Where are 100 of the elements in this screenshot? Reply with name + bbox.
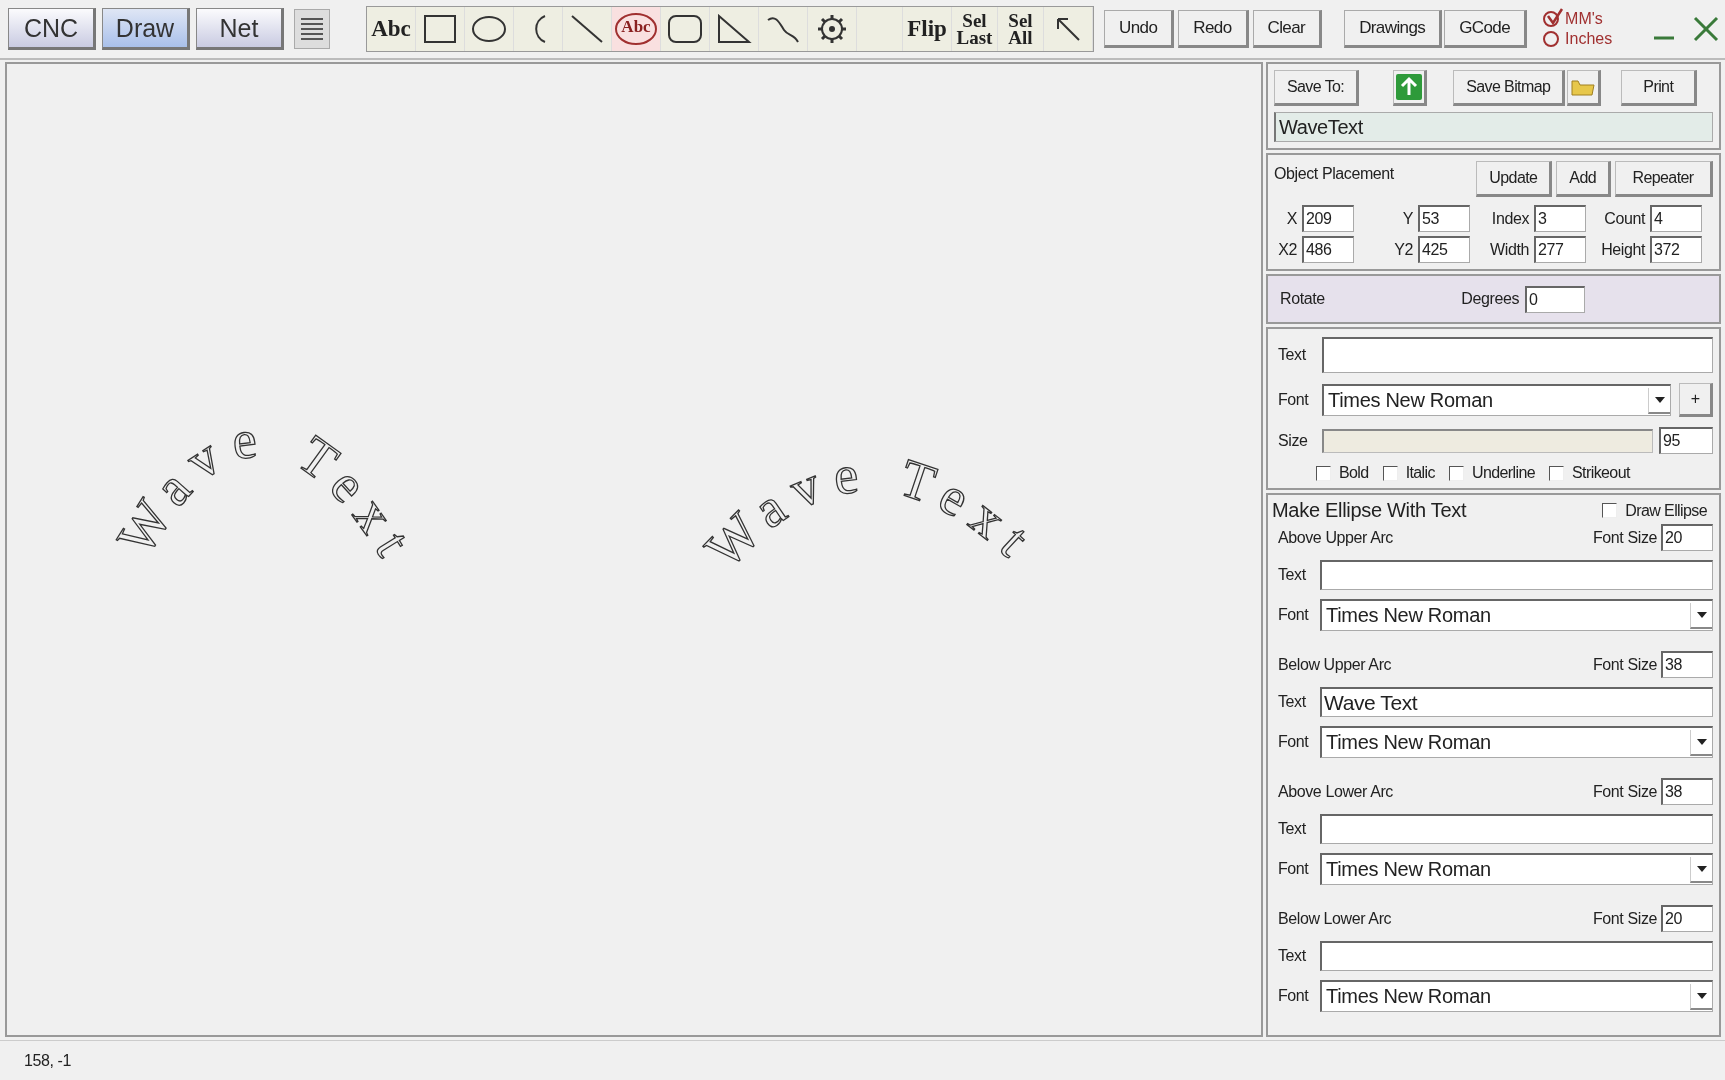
section-title: Object Placement (1274, 165, 1394, 183)
dropdown-arrow-icon (1695, 864, 1708, 873)
mode-tab[interactable]: Draw (102, 8, 190, 50)
close-button[interactable] (1693, 16, 1719, 42)
field-label: Font (1278, 987, 1310, 1005)
toolbar-button[interactable]: Undo (1104, 10, 1175, 48)
checkbox[interactable]: Draw Ellipse (1602, 501, 1707, 520)
text-field[interactable] (1320, 560, 1713, 590)
menu-button[interactable] (294, 9, 330, 49)
triangle-icon (716, 14, 752, 44)
checkbox[interactable]: Underline (1448, 464, 1536, 482)
field-label: Font (1278, 606, 1310, 624)
pointer-icon (1055, 16, 1081, 42)
field-label: Text (1278, 693, 1307, 711)
number-field[interactable]: 425 (1418, 236, 1470, 263)
field-label: Size (1278, 431, 1309, 450)
ellipse-icon (471, 15, 507, 43)
field-label: Font Size (1593, 528, 1657, 547)
number-field[interactable]: 4 (1650, 205, 1702, 232)
mode-tab[interactable]: CNC (8, 8, 96, 50)
tool-button[interactable]: Sel All (998, 7, 1044, 51)
gear-icon (817, 14, 847, 44)
minimize-icon (1653, 36, 1675, 40)
field-label: Degrees (1461, 290, 1519, 308)
field-label: Font Size (1593, 782, 1657, 801)
number-field[interactable]: 3 (1534, 205, 1586, 232)
tool-button[interactable]: Flip (903, 7, 952, 51)
unit-radio[interactable]: Inches (1543, 30, 1613, 48)
dropdown-arrow-icon (1695, 610, 1708, 619)
number-field[interactable]: 209 (1302, 205, 1354, 232)
arc-label: Below Upper Arc (1278, 655, 1392, 674)
field-label: Font (1278, 733, 1310, 751)
font-dropdown[interactable]: Times New Roman (1320, 726, 1713, 758)
checkbox[interactable]: Strikeout (1549, 464, 1630, 482)
field-label: Text (1278, 566, 1307, 584)
open-folder-button[interactable] (1567, 70, 1602, 106)
field-label: Width (1489, 240, 1530, 259)
mode-tab[interactable]: Net (196, 8, 284, 50)
ellipse-icon (614, 12, 658, 46)
font-dropdown[interactable]: Times New Roman (1320, 599, 1713, 631)
font-dropdown[interactable]: Times New Roman (1322, 384, 1671, 416)
minimize-button[interactable] (1653, 36, 1675, 40)
field-label: Y (1401, 209, 1414, 228)
number-field[interactable]: 486 (1302, 236, 1354, 263)
size-field[interactable]: 95 (1659, 427, 1713, 454)
toolbar-button[interactable]: GCode (1444, 10, 1528, 48)
degrees-field[interactable]: 0 (1525, 285, 1585, 313)
line-icon (570, 14, 604, 44)
field-label: Text (1278, 346, 1307, 364)
tool-button[interactable]: Sel Last (952, 7, 998, 51)
save-bitmap-button[interactable]: Save Bitmap (1453, 70, 1566, 106)
font-dropdown[interactable]: Times New Roman (1320, 853, 1713, 885)
arc-label: Above Upper Arc (1278, 528, 1393, 547)
placement-button[interactable]: Update (1476, 161, 1553, 197)
font-size-field[interactable]: 38 (1661, 651, 1713, 678)
number-field[interactable]: 372 (1650, 236, 1702, 263)
number-field[interactable]: 53 (1418, 205, 1470, 232)
placement-button[interactable]: Repeater (1615, 161, 1713, 197)
text-field[interactable]: Wave Text (1320, 687, 1713, 717)
tool-button[interactable]: Abc (367, 7, 416, 51)
rounded-rectangle-icon (667, 14, 703, 44)
size-bar[interactable] (1322, 428, 1653, 453)
font-dropdown[interactable]: Times New Roman (1320, 980, 1713, 1012)
field-label: Font (1278, 860, 1310, 878)
add-font-button[interactable]: + (1679, 383, 1713, 417)
rotate-label: Rotate (1280, 290, 1325, 308)
text-field[interactable] (1320, 941, 1713, 971)
file-name-field[interactable]: WaveText (1274, 112, 1713, 142)
upload-button[interactable] (1393, 70, 1428, 106)
field-label: Text (1278, 820, 1307, 838)
close-icon (1693, 16, 1719, 42)
folder-icon (1571, 77, 1596, 97)
font-size-field[interactable]: 20 (1661, 524, 1713, 551)
text-field[interactable] (1322, 337, 1713, 373)
number-field[interactable]: 277 (1534, 236, 1586, 263)
field-label: X (1285, 209, 1298, 228)
save-to-button[interactable]: Save To: (1274, 70, 1360, 106)
toolbar-button[interactable]: Clear (1252, 10, 1323, 48)
toolbar-button[interactable]: Redo (1178, 10, 1249, 48)
field-label: Font (1278, 391, 1310, 409)
unit-radio[interactable]: MM's (1543, 10, 1613, 28)
field-label: Font Size (1593, 909, 1657, 928)
arc-label: Above Lower Arc (1278, 782, 1393, 801)
field-label: Font Size (1593, 655, 1657, 674)
section-title: Make Ellipse With Text (1272, 499, 1467, 522)
font-size-field[interactable]: 38 (1661, 778, 1713, 805)
text-field[interactable] (1320, 814, 1713, 844)
field-label: Y2 (1393, 240, 1414, 259)
placement-button[interactable]: Add (1556, 161, 1611, 197)
field-label: X2 (1277, 240, 1298, 259)
field-label: Text (1278, 947, 1307, 965)
field-label: Index (1490, 209, 1530, 228)
field-label: Height (1600, 240, 1647, 259)
font-size-field[interactable]: 20 (1661, 905, 1713, 932)
toolbar-button[interactable]: Drawings (1344, 10, 1443, 48)
ellipse-text-tool[interactable]: Abc (612, 7, 661, 51)
curve-icon (766, 14, 800, 44)
print-button[interactable]: Print (1621, 70, 1698, 106)
checkbox[interactable]: Italic (1382, 464, 1435, 482)
checkbox[interactable]: Bold (1316, 464, 1369, 482)
